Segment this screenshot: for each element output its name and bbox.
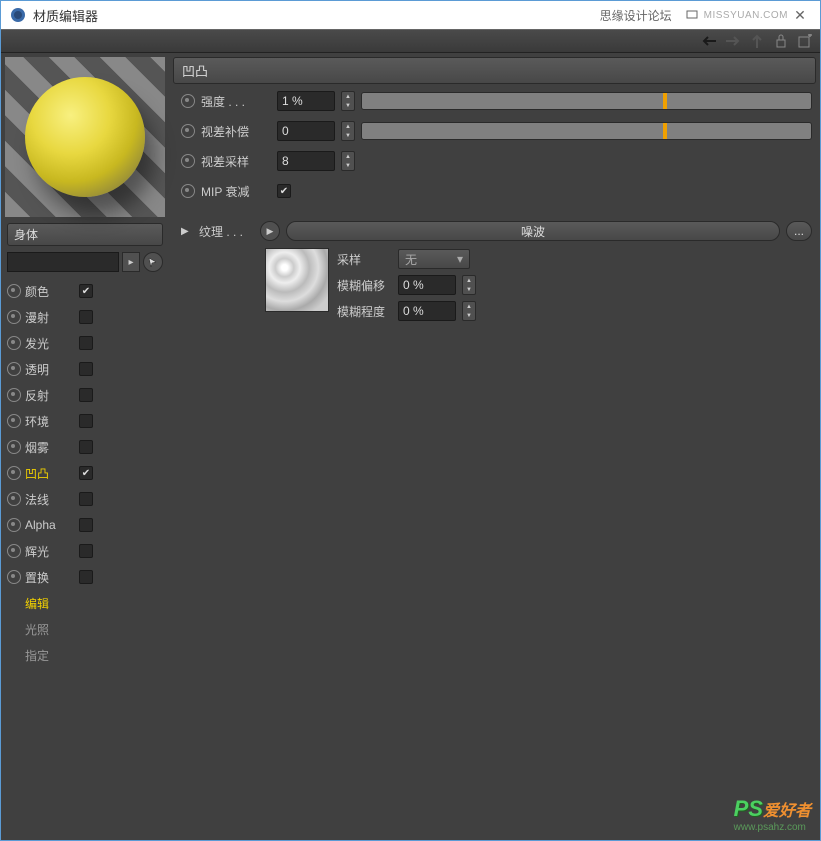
channel-fog[interactable]: 烟雾	[7, 434, 163, 460]
prop-sampling: 采样 无▾	[337, 248, 476, 270]
radio-icon	[7, 414, 21, 428]
minimize-button[interactable]	[680, 7, 704, 23]
checkbox[interactable]	[79, 336, 93, 350]
checkbox[interactable]	[79, 310, 93, 324]
radio-icon	[7, 440, 21, 454]
radio-icon	[7, 466, 21, 480]
prop-strength: 强度 . . . ▲▼	[173, 88, 816, 114]
channel-normal[interactable]: 法线	[7, 486, 163, 512]
spinner-icon[interactable]: ▲▼	[341, 121, 355, 141]
nav-back-icon[interactable]	[700, 32, 718, 50]
checkbox[interactable]	[79, 440, 93, 454]
checkbox[interactable]	[79, 518, 93, 532]
channel-environment[interactable]: 环境	[7, 408, 163, 434]
window-title: 材质编辑器	[33, 6, 98, 25]
radio-icon	[7, 388, 21, 402]
checkbox[interactable]	[79, 414, 93, 428]
radio-icon	[7, 362, 21, 376]
sub-assign[interactable]: 指定	[7, 642, 163, 668]
channel-reflection[interactable]: 反射	[7, 382, 163, 408]
parallax-offset-slider[interactable]	[361, 122, 812, 140]
sub-edit[interactable]: 编辑	[7, 590, 163, 616]
texture-row: ▶ 纹理 . . . ▶ 噪波 ...	[173, 218, 816, 244]
preview-sphere	[25, 77, 145, 197]
app-icon	[9, 6, 27, 24]
checkbox[interactable]	[79, 544, 93, 558]
main-panel: 凹凸 强度 . . . ▲▼ 视差补偿 ▲▼ 视差采样 ▲▼	[169, 53, 820, 840]
prop-parallax-offset: 视差补偿 ▲▼	[173, 118, 816, 144]
spinner-icon[interactable]: ▲▼	[341, 91, 355, 111]
search-row: ▸	[7, 252, 163, 272]
titlebar[interactable]: 材质编辑器 思缘设计论坛 MISSYUAN.COM ✕	[1, 1, 820, 29]
checkbox[interactable]: ✔	[79, 466, 93, 480]
radio-icon	[7, 310, 21, 324]
close-button[interactable]: ✕	[788, 7, 812, 24]
channel-diffuse[interactable]: 漫射	[7, 304, 163, 330]
toolbar	[1, 29, 820, 53]
picker-icon[interactable]	[143, 252, 163, 272]
sub-light[interactable]: 光照	[7, 616, 163, 642]
radio-icon	[7, 336, 21, 350]
sampling-dropdown[interactable]: 无▾	[398, 249, 470, 269]
new-tab-icon[interactable]	[796, 32, 814, 50]
prop-mip: MIP 衰减 ✔	[173, 178, 816, 204]
material-preview[interactable]	[5, 57, 165, 217]
texture-detail: 采样 无▾ 模糊偏移 ▲▼ 模糊程度 ▲▼	[173, 248, 816, 322]
texture-dropdown[interactable]: 噪波	[286, 221, 780, 241]
texture-thumbnail[interactable]	[265, 248, 329, 312]
spinner-icon[interactable]: ▲▼	[341, 151, 355, 171]
radio-icon	[181, 184, 195, 198]
radio-icon	[7, 570, 21, 584]
editor-body: 身体 ▸ 颜色✔ 漫射 发光 透明 反射 环境 烟雾 凹凸✔ 法线 Alpha …	[1, 53, 820, 840]
spinner-icon[interactable]: ▲▼	[462, 275, 476, 295]
material-name[interactable]: 身体	[7, 223, 163, 246]
prop-parallax-samples: 视差采样 ▲▼	[173, 148, 816, 174]
expand-icon[interactable]: ▶	[181, 226, 193, 237]
radio-icon	[181, 154, 195, 168]
nav-fwd-icon[interactable]	[724, 32, 742, 50]
prop-blur-offset: 模糊偏移 ▲▼	[337, 274, 476, 296]
channel-glow[interactable]: 辉光	[7, 538, 163, 564]
parallax-samples-input[interactable]	[277, 151, 335, 171]
channel-list: 颜色✔ 漫射 发光 透明 反射 环境 烟雾 凹凸✔ 法线 Alpha 辉光 置换…	[7, 278, 163, 668]
forum-text: 思缘设计论坛	[600, 7, 672, 24]
checkbox[interactable]	[79, 388, 93, 402]
material-editor-window: 材质编辑器 思缘设计论坛 MISSYUAN.COM ✕ 身体 ▸	[0, 0, 821, 841]
lock-icon[interactable]	[772, 32, 790, 50]
texture-browse-button[interactable]: ...	[786, 221, 812, 241]
channel-bump[interactable]: 凹凸✔	[7, 460, 163, 486]
channel-luminance[interactable]: 发光	[7, 330, 163, 356]
radio-icon	[7, 284, 21, 298]
channel-transparency[interactable]: 透明	[7, 356, 163, 382]
radio-icon	[7, 518, 21, 532]
panel-title: 凹凸	[173, 57, 816, 84]
corner-watermark: PS爱好者 www.psahz.com	[734, 796, 811, 833]
checkbox[interactable]	[79, 492, 93, 506]
strength-input[interactable]	[277, 91, 335, 111]
checkbox[interactable]	[79, 570, 93, 584]
prop-blur-scale: 模糊程度 ▲▼	[337, 300, 476, 322]
search-dropdown-icon[interactable]: ▸	[122, 252, 140, 272]
channel-color[interactable]: 颜色✔	[7, 278, 163, 304]
radio-icon	[181, 124, 195, 138]
checkbox[interactable]: ✔	[79, 284, 93, 298]
search-input[interactable]	[7, 252, 119, 272]
checkbox[interactable]	[79, 362, 93, 376]
blur-offset-input[interactable]	[398, 275, 456, 295]
parallax-offset-input[interactable]	[277, 121, 335, 141]
strength-slider[interactable]	[361, 92, 812, 110]
mip-checkbox[interactable]: ✔	[277, 184, 291, 198]
blur-scale-input[interactable]	[398, 301, 456, 321]
radio-icon	[181, 94, 195, 108]
texture-menu-icon[interactable]: ▶	[260, 221, 280, 241]
radio-icon	[7, 492, 21, 506]
radio-icon	[7, 544, 21, 558]
channel-displacement[interactable]: 置换	[7, 564, 163, 590]
watermark-text: MISSYUAN.COM	[704, 10, 788, 21]
channel-alpha[interactable]: Alpha	[7, 512, 163, 538]
nav-up-icon[interactable]	[748, 32, 766, 50]
sidebar: 身体 ▸ 颜色✔ 漫射 发光 透明 反射 环境 烟雾 凹凸✔ 法线 Alpha …	[1, 53, 169, 840]
chevron-down-icon: ▾	[457, 252, 463, 266]
spinner-icon[interactable]: ▲▼	[462, 301, 476, 321]
